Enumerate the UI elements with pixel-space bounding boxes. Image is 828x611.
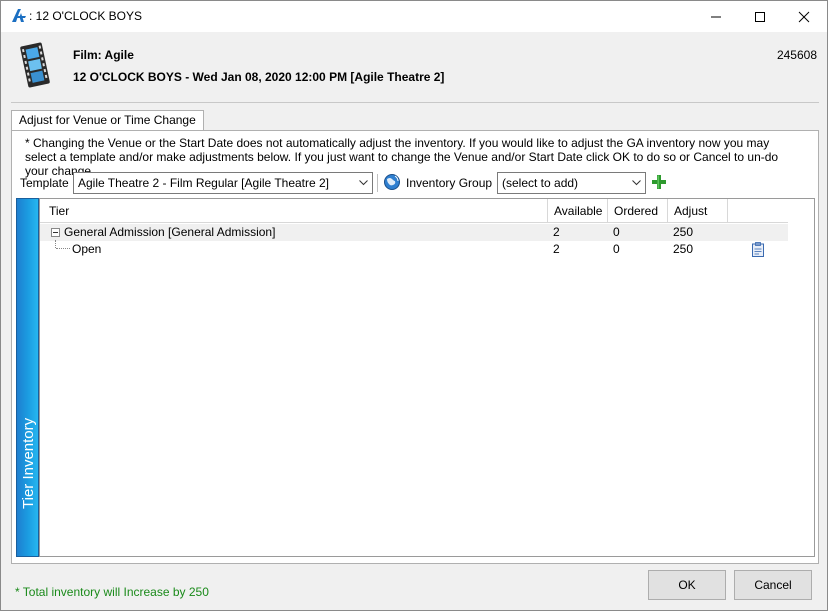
minimize-button[interactable] <box>693 1 739 32</box>
template-select[interactable]: Agile Theatre 2 - Film Regular [Agile Th… <box>73 172 373 194</box>
side-tab-tier-inventory[interactable]: Tier Inventory <box>16 198 39 557</box>
inventory-group-label: Inventory Group <box>406 176 493 190</box>
clipboard-icon[interactable] <box>752 242 764 257</box>
maximize-icon <box>755 11 765 22</box>
cancel-button[interactable]: Cancel <box>734 570 812 600</box>
chevron-down-icon <box>629 173 643 193</box>
tier-name: Open <box>72 242 102 256</box>
status-message: * Total inventory will Increase by 250 <box>15 585 209 599</box>
column-header-available[interactable]: Available <box>547 199 607 223</box>
maximize-button[interactable] <box>737 1 783 32</box>
event-header: Film: Agile 12 O'CLOCK BOYS - Wed Jan 08… <box>1 32 827 98</box>
available-value: 2 <box>553 242 560 256</box>
film-strip-icon <box>20 42 50 88</box>
available-value: 2 <box>553 225 560 239</box>
event-id: 245608 <box>776 48 817 62</box>
side-tab-label: Tier Inventory <box>20 417 37 509</box>
show-label: 12 O'CLOCK BOYS - Wed Jan 08, 2020 12:00… <box>73 70 445 84</box>
table-row[interactable]: Open 2 0 250 <box>40 241 788 258</box>
add-plus-icon[interactable] <box>651 174 667 190</box>
grid-header: Tier Available Ordered Adjust <box>40 199 788 223</box>
toolbar-separator <box>377 174 378 192</box>
close-icon <box>798 11 810 22</box>
column-header-tier[interactable]: Tier <box>43 199 548 223</box>
title-bar: : 12 O'CLOCK BOYS <box>1 1 827 32</box>
tier-grid: Tier Available Ordered Adjust General Ad… <box>39 198 815 557</box>
column-header-blank <box>727 199 788 223</box>
chevron-down-icon <box>356 173 370 193</box>
table-row[interactable]: General Admission [General Admission] 2 … <box>40 224 788 241</box>
tab-adjust-venue-time[interactable]: Adjust for Venue or Time Change <box>11 110 204 131</box>
film-label: Film: Agile <box>73 48 134 62</box>
minimize-icon <box>711 16 721 17</box>
template-select-value: Agile Theatre 2 - Film Regular [Agile Th… <box>78 176 330 190</box>
adjust-value[interactable]: 250 <box>673 241 693 258</box>
inventory-group-select[interactable]: (select to add) <box>497 172 646 194</box>
close-button[interactable] <box>781 1 827 32</box>
template-label: Template <box>20 176 69 190</box>
column-header-ordered[interactable]: Ordered <box>607 199 667 223</box>
collapse-toggle-icon[interactable] <box>51 228 60 237</box>
app-logo-icon <box>12 9 26 22</box>
tier-name: General Admission [General Admission] <box>64 225 276 239</box>
adjust-value[interactable]: 250 <box>673 224 693 241</box>
header-divider <box>11 102 819 103</box>
ordered-value: 0 <box>613 242 620 256</box>
inventory-group-select-value: (select to add) <box>502 176 579 190</box>
ordered-value: 0 <box>613 225 620 239</box>
ok-button[interactable]: OK <box>648 570 726 600</box>
window-title: : 12 O'CLOCK BOYS <box>29 9 142 23</box>
dialog-window: : 12 O'CLOCK BOYS Film: Agile 12 O'CLOCK… <box>0 0 828 611</box>
globe-icon[interactable] <box>383 173 401 191</box>
column-header-adjust[interactable]: Adjust <box>667 199 727 223</box>
